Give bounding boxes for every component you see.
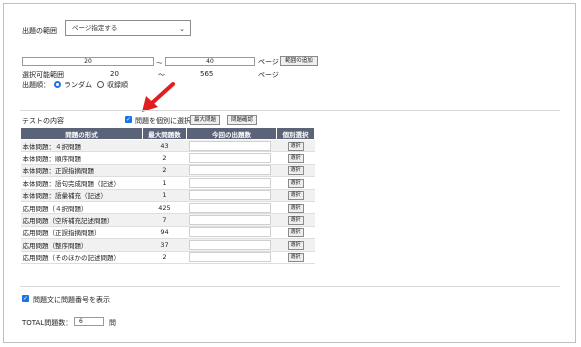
- count-input[interactable]: [188, 239, 271, 250]
- chevron-down-icon: ⌄: [179, 25, 185, 33]
- table-row: 本体問題：正誤指摘問題 2 選択: [20, 164, 315, 178]
- select-button[interactable]: 選択: [287, 154, 304, 164]
- select-button[interactable]: 選択: [287, 141, 304, 151]
- count-input[interactable]: [188, 140, 271, 151]
- table-row: 応用問題（空所補充記述問題） 7 選択: [20, 213, 315, 227]
- selectable-range-label: 選択可能範囲: [22, 71, 64, 79]
- show-numbers-label[interactable]: 問題文に問題番号を表示: [33, 295, 110, 305]
- row-type: 応用問題（整序問題）: [20, 238, 143, 252]
- order-sequential-label[interactable]: 収録順: [107, 80, 128, 90]
- count-input[interactable]: [188, 252, 271, 263]
- selectable-tilde: 〜: [158, 71, 165, 79]
- row-max: 94: [142, 226, 187, 240]
- range-label: 出題の範囲: [22, 27, 57, 35]
- individual-select-label[interactable]: 問題を個別に選択: [135, 116, 191, 126]
- row-max: 2: [142, 251, 187, 264]
- table-row: 応用問題（そのほかの記述問題） 2 選択: [20, 251, 315, 264]
- range-mode-value: ページ指定する: [72, 24, 118, 32]
- divider: [20, 110, 560, 111]
- select-button[interactable]: 選択: [287, 191, 304, 201]
- count-input[interactable]: [188, 153, 271, 164]
- row-max: 1: [142, 189, 187, 202]
- row-max: 1: [142, 176, 187, 190]
- select-button[interactable]: 選択: [287, 240, 304, 250]
- total-input[interactable]: 6: [74, 317, 104, 326]
- range-to-input[interactable]: 40: [165, 57, 255, 66]
- select-button[interactable]: 選択: [287, 166, 304, 176]
- range-from-input[interactable]: 20: [22, 57, 154, 66]
- table-row: 本体問題：語彙補充（記述） 1 選択: [20, 189, 315, 202]
- table-row: 応用問題（整序問題） 37 選択: [20, 238, 315, 252]
- range-tilde: 〜: [156, 59, 163, 67]
- row-type: 応用問題（そのほかの記述問題）: [20, 251, 143, 264]
- header-count: 今回の出題数: [186, 127, 277, 140]
- row-max: 7: [142, 213, 187, 227]
- question-check-button[interactable]: 問題確認: [227, 115, 257, 125]
- radio-selected-icon[interactable]: [54, 81, 61, 88]
- count-input[interactable]: [188, 202, 271, 213]
- table-row: 本体問題：順序問題 2 選択: [20, 151, 315, 165]
- select-button[interactable]: 選択: [287, 178, 304, 188]
- header-max: 最大問題数: [142, 127, 187, 140]
- select-button[interactable]: 選択: [287, 216, 304, 226]
- row-max: 425: [142, 201, 187, 215]
- row-type: 応用問題（４択問題）: [20, 201, 143, 215]
- table-row: 応用問題（４択問題） 425 選択: [20, 201, 315, 215]
- row-max: 43: [142, 139, 187, 153]
- show-max-button[interactable]: 最大問題: [190, 115, 220, 125]
- row-type: 本体問題：順序問題: [20, 151, 143, 165]
- row-type: 応用問題（正誤指摘問題）: [20, 226, 143, 240]
- row-type: 本体問題：正誤指摘問題: [20, 164, 143, 178]
- table-row: 本体問題：語句完成問題（記述） 1 選択: [20, 176, 315, 190]
- row-type: 応用問題（空所補充記述問題）: [20, 213, 143, 227]
- selectable-min: 20: [110, 70, 119, 78]
- count-input[interactable]: [188, 177, 271, 188]
- row-max: 2: [142, 151, 187, 165]
- select-button[interactable]: 選択: [287, 228, 304, 238]
- select-button[interactable]: 選択: [287, 253, 304, 263]
- row-max: 2: [142, 164, 187, 178]
- row-type: 本体問題：語彙補充（記述）: [20, 189, 143, 202]
- total-unit: 問: [109, 319, 116, 327]
- select-button[interactable]: 選択: [287, 203, 304, 213]
- test-content-label: テストの内容: [22, 117, 64, 125]
- count-input[interactable]: [188, 215, 271, 226]
- selectable-unit: ページ: [258, 71, 279, 79]
- header-select: 個別選択: [276, 127, 315, 140]
- count-input[interactable]: [188, 190, 271, 201]
- radio-unselected-icon[interactable]: [97, 81, 104, 88]
- count-input[interactable]: [188, 165, 271, 176]
- row-max: 37: [142, 238, 187, 252]
- question-type-table: 問題の形式 最大問題数 今回の出題数 個別選択 本体問題：４択問題 43 選択 …: [20, 127, 315, 264]
- row-type: 本体問題：４択問題: [20, 139, 143, 153]
- total-label: TOTAL問題数：: [22, 319, 73, 327]
- count-input[interactable]: [188, 227, 271, 238]
- order-random-label[interactable]: ランダム: [64, 80, 92, 90]
- row-type: 本体問題：語句完成問題（記述）: [20, 176, 143, 190]
- divider: [20, 286, 560, 287]
- checkbox-checked-icon[interactable]: ✓: [22, 295, 29, 302]
- header-type: 問題の形式: [20, 127, 143, 140]
- add-range-button[interactable]: 範囲の追加: [280, 56, 318, 66]
- selectable-max: 565: [200, 70, 214, 78]
- range-page-unit: ページ: [258, 58, 279, 66]
- table-row: 応用問題（正誤指摘問題） 94 選択: [20, 226, 315, 240]
- order-label: 出題順：: [22, 81, 50, 89]
- range-mode-select[interactable]: ページ指定する ⌄: [65, 20, 191, 36]
- checkbox-checked-icon[interactable]: ✓: [125, 116, 132, 123]
- table-row: 本体問題：４択問題 43 選択: [20, 139, 315, 153]
- table-header-row: 問題の形式 最大問題数 今回の出題数 個別選択: [20, 127, 315, 140]
